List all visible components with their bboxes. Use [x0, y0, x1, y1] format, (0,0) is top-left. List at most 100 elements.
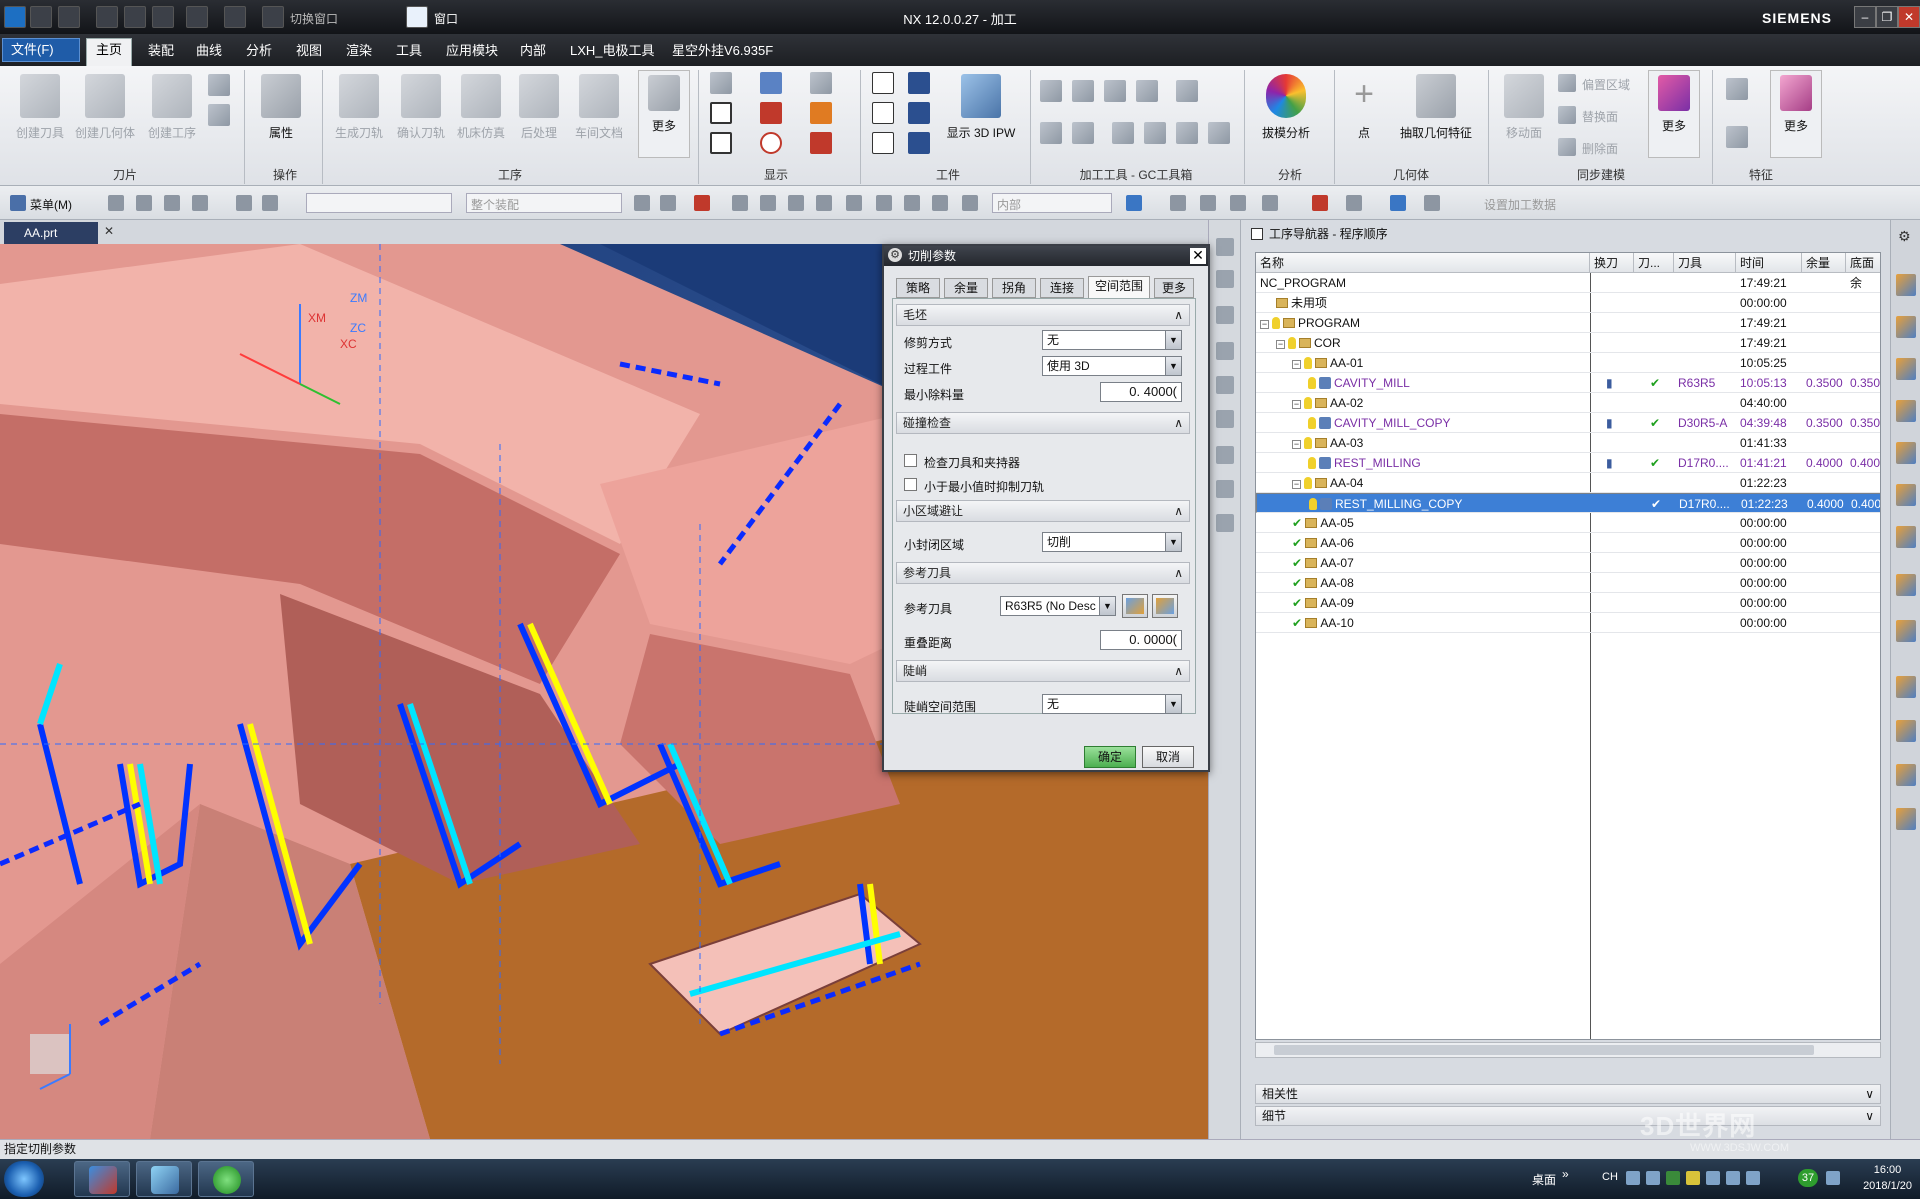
- tray-icon[interactable]: [1706, 1171, 1720, 1185]
- gc-tool-2-icon[interactable]: [1072, 80, 1094, 102]
- system-materials-icon[interactable]: [1896, 676, 1916, 698]
- close-tab-icon[interactable]: ✕: [104, 224, 114, 238]
- tool-icon[interactable]: [1216, 376, 1234, 394]
- tool-icon[interactable]: [1216, 480, 1234, 498]
- ipw-select[interactable]: 使用 3D ▼: [1042, 356, 1182, 376]
- workpiece-flag-2-icon[interactable]: [872, 102, 894, 124]
- display-point-icon[interactable]: [760, 132, 782, 154]
- trim-select[interactable]: 无 ▼: [1042, 330, 1182, 350]
- tool-icon[interactable]: [1216, 306, 1234, 324]
- tool-icon[interactable]: [1216, 342, 1234, 360]
- select-filter-icon[interactable]: [164, 195, 180, 211]
- details-panel[interactable]: 细节 ∨: [1255, 1106, 1881, 1126]
- roles-icon[interactable]: [1896, 764, 1916, 786]
- navigator-row[interactable]: ✔ AA-10 00:00:00: [1256, 613, 1880, 633]
- scroll-thumb[interactable]: [1274, 1045, 1814, 1055]
- ok-button[interactable]: 确定: [1084, 746, 1136, 768]
- show-3d-ipw-button[interactable]: 显示 3D IPW: [944, 74, 1018, 141]
- machine-navigator-icon[interactable]: [1896, 442, 1916, 464]
- taskbar-app-2[interactable]: [136, 1161, 192, 1197]
- tool-icon[interactable]: [1216, 270, 1234, 288]
- render-style-icon[interactable]: [1312, 195, 1328, 211]
- part-navigator-icon[interactable]: [1896, 274, 1916, 296]
- section-blank[interactable]: 毛坯 ∧: [896, 304, 1190, 326]
- move-face-button[interactable]: 移动面: [1496, 74, 1552, 141]
- tray-icon[interactable]: [1726, 1171, 1740, 1185]
- col-header-path[interactable]: 刀...: [1634, 253, 1674, 273]
- col-header-name[interactable]: 名称: [1256, 253, 1590, 273]
- col-header-tool[interactable]: 刀具: [1674, 253, 1736, 273]
- navigator-row[interactable]: CAVITY_MILL ▮ ✔ R63R5 10:05:13 0.3500 0.3500: [1256, 373, 1880, 393]
- navigator-row[interactable]: ✔ AA-06 00:00:00: [1256, 533, 1880, 553]
- restore-button[interactable]: ❐: [1876, 6, 1898, 28]
- select-filter-icon[interactable]: [192, 195, 208, 211]
- col-header-floor-stock[interactable]: 底面余: [1846, 253, 1880, 290]
- language-indicator[interactable]: CH: [1602, 1171, 1618, 1183]
- snap-icon[interactable]: [932, 195, 948, 211]
- display-blank-icon[interactable]: [710, 102, 732, 124]
- expand-toolbar-icon[interactable]: »: [1562, 1167, 1569, 1181]
- rotate-icon[interactable]: [1230, 195, 1246, 211]
- create-tool-button[interactable]: 创建刀具: [10, 74, 70, 141]
- snap-icon[interactable]: [962, 195, 978, 211]
- tray-icon[interactable]: [1646, 1171, 1660, 1185]
- section-steep[interactable]: 陡峭 ∧: [896, 660, 1190, 682]
- display-line-icon[interactable]: [810, 132, 832, 154]
- display-holder-icon[interactable]: [810, 102, 832, 124]
- display-ipw-icon[interactable]: [710, 132, 732, 154]
- display-tool-icon[interactable]: [760, 72, 782, 94]
- taskbar-nx-app[interactable]: [74, 1161, 130, 1197]
- tab-strategy[interactable]: 策略: [896, 278, 940, 298]
- navigator-row[interactable]: REST_MILLING ▮ ✔ D17R0.... 01:41:21 0.4000 0.4…: [1256, 453, 1880, 473]
- draft-analysis-button[interactable]: 拔模分析: [1254, 74, 1318, 141]
- replace-face-icon[interactable]: [1558, 106, 1576, 124]
- snap-icon[interactable]: [816, 195, 832, 211]
- fit-icon[interactable]: [1170, 195, 1186, 211]
- gc-tool-7-icon[interactable]: [1072, 122, 1094, 144]
- tab-xingkong-plugin[interactable]: 星空外挂V6.935F: [664, 40, 781, 66]
- gc-tool-10-icon[interactable]: [1176, 122, 1198, 144]
- assembly-scope-select[interactable]: 整个装配: [466, 193, 622, 213]
- workpiece-flag-1-icon[interactable]: [872, 72, 894, 94]
- navigator-row[interactable]: ✔ AA-09 00:00:00: [1256, 593, 1880, 613]
- expand-toggle-icon[interactable]: −: [1292, 400, 1301, 409]
- col-header-stock[interactable]: 余量: [1802, 253, 1846, 273]
- start-button[interactable]: [4, 1161, 44, 1197]
- tab-analysis[interactable]: 分析: [238, 40, 280, 66]
- hd3d-tools-icon[interactable]: [1896, 526, 1916, 548]
- navigator-row[interactable]: − AA-02 04:40:00: [1256, 393, 1880, 413]
- postprocess-button[interactable]: 后处理: [512, 74, 566, 141]
- create-operation-button[interactable]: 创建工序: [142, 74, 202, 141]
- select-filter-icon[interactable]: [108, 195, 124, 211]
- workpiece-flag-3-icon[interactable]: [872, 132, 894, 154]
- edit-tool-button[interactable]: [1122, 594, 1148, 618]
- taskbar-app-3[interactable]: [198, 1161, 254, 1197]
- snap-icon[interactable]: [660, 195, 676, 211]
- small-closed-area-select[interactable]: 切削 ▼: [1042, 532, 1182, 552]
- desktop-toolbar-label[interactable]: 桌面: [1532, 1171, 1556, 1188]
- overlap-distance-input[interactable]: 0. 0000(: [1100, 630, 1182, 650]
- section-collision[interactable]: 碰撞检查 ∧: [896, 412, 1190, 434]
- reuse-library-icon[interactable]: [1896, 484, 1916, 506]
- check-tool-holder-checkbox[interactable]: [904, 454, 917, 467]
- navigator-row[interactable]: 未用项 00:00:00: [1256, 293, 1880, 313]
- snap-icon[interactable]: [732, 195, 748, 211]
- display-curve-icon[interactable]: [760, 102, 782, 124]
- constraint-navigator-icon[interactable]: [1896, 358, 1916, 380]
- more-process-button[interactable]: 更多: [638, 70, 690, 158]
- gear-icon[interactable]: ⚙: [1898, 228, 1911, 245]
- gc-tool-5-icon[interactable]: [1176, 80, 1198, 102]
- generate-toolpath-button[interactable]: 生成刀轨: [330, 74, 388, 141]
- section-reference-tool[interactable]: 参考刀具 ∧: [896, 562, 1190, 584]
- pin-icon[interactable]: [1251, 228, 1263, 240]
- section-icon[interactable]: [1390, 195, 1406, 211]
- section-small-area[interactable]: 小区域避让 ∧: [896, 500, 1190, 522]
- tray-icon[interactable]: [1626, 1171, 1640, 1185]
- snap-icon[interactable]: [634, 195, 650, 211]
- steep-containment-select[interactable]: 无 ▼: [1042, 694, 1182, 714]
- snap-icon[interactable]: [694, 195, 710, 211]
- expand-toggle-icon[interactable]: −: [1292, 440, 1301, 449]
- verify-toolpath-button[interactable]: 确认刀轨: [392, 74, 450, 141]
- snap-icon[interactable]: [846, 195, 862, 211]
- type-filter-select[interactable]: [306, 193, 452, 213]
